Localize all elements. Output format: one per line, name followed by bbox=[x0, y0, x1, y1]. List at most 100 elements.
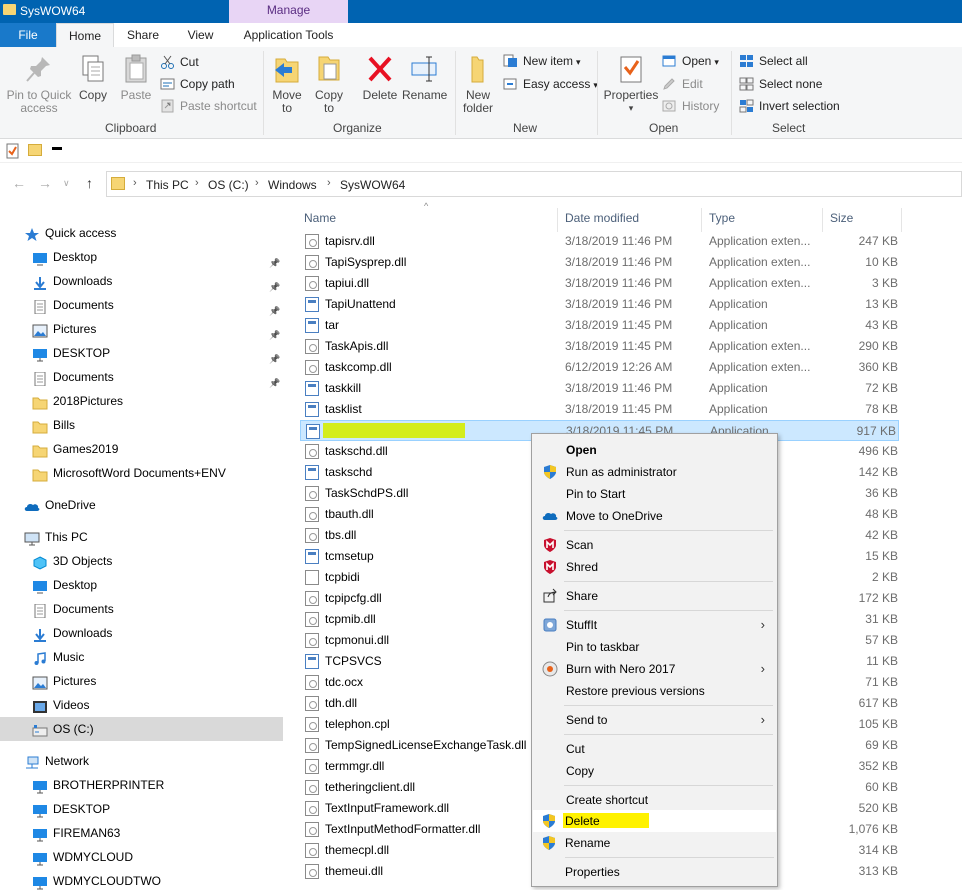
menu-move-to-onedrive[interactable]: Move to OneDrive bbox=[534, 505, 775, 527]
nav-network-item[interactable]: WDMYCLOUD bbox=[0, 845, 283, 869]
nav-pc-item[interactable]: Music bbox=[0, 645, 283, 669]
network-pc-icon bbox=[32, 850, 48, 866]
paste-button[interactable]: Paste bbox=[118, 53, 154, 102]
menu-copy[interactable]: Copy bbox=[534, 760, 775, 782]
menu-stuffit[interactable]: StuffIt › bbox=[534, 614, 775, 636]
nav-pc-item[interactable]: Videos bbox=[0, 693, 283, 717]
file-row[interactable]: tapiui.dll 3/18/2019 11:46 PM Application … bbox=[300, 273, 900, 294]
properties-button[interactable]: Properties ▾ bbox=[602, 53, 660, 115]
open-button[interactable]: Open ▾ bbox=[662, 52, 719, 70]
menu-scan[interactable]: Scan bbox=[534, 534, 775, 556]
nav-quick-item[interactable]: Bills bbox=[0, 413, 283, 437]
new-item-button[interactable]: New item ▾ bbox=[503, 52, 581, 70]
paste-shortcut-button[interactable]: Paste shortcut bbox=[160, 97, 257, 115]
pin-quick-access-button[interactable]: Pin to Quick access bbox=[4, 53, 74, 115]
file-row[interactable]: taskcomp.dll 6/12/2019 12:26 AM Applicatio… bbox=[300, 357, 900, 378]
column-name[interactable]: Name bbox=[304, 204, 336, 232]
nav-quick-item[interactable]: Downloads 📌 bbox=[0, 269, 283, 293]
breadcrumb-windows[interactable]: Windows bbox=[268, 178, 317, 192]
rename-button[interactable]: Rename bbox=[402, 53, 447, 102]
nav-quick-item[interactable]: MicrosoftWord Documents+ENV bbox=[0, 461, 283, 485]
nav-pc-item[interactable]: Documents bbox=[0, 597, 283, 621]
nav-quick-item[interactable]: Documents 📌 bbox=[0, 365, 283, 389]
tab-share[interactable]: Share bbox=[114, 23, 172, 47]
back-arrow-icon[interactable]: ← bbox=[12, 175, 26, 191]
nav-pc-item[interactable]: OS (C:) bbox=[0, 717, 283, 741]
pin-icon[interactable]: 📌 bbox=[269, 251, 280, 268]
address-bar[interactable]: › This PC › OS (C:) › Windows › SysWOW64 bbox=[106, 171, 962, 197]
copy-path-button[interactable]: Copy path bbox=[160, 75, 235, 93]
new-folder-qat-icon[interactable] bbox=[28, 144, 42, 156]
menu-delete[interactable]: Delete bbox=[533, 810, 774, 832]
file-row[interactable]: tar 3/18/2019 11:45 PM Application 43 KB bbox=[300, 315, 900, 336]
nav-network-item[interactable]: WDMYCLOUDTWO bbox=[0, 869, 283, 890]
menu-share[interactable]: Share bbox=[534, 585, 775, 607]
menu-send-to[interactable]: Send to › bbox=[534, 709, 775, 731]
nav-quick-item[interactable]: Games2019 bbox=[0, 437, 283, 461]
easy-access-button[interactable]: Easy access ▾ bbox=[503, 75, 598, 93]
menu-pin-to-start[interactable]: Pin to Start bbox=[534, 483, 775, 505]
nav-quick-item[interactable]: 2018Pictures bbox=[0, 389, 283, 413]
pin-icon[interactable]: 📌 bbox=[269, 347, 280, 364]
file-row[interactable]: TapiSysprep.dll 3/18/2019 11:46 PM Applica… bbox=[300, 252, 900, 273]
breadcrumb-os-c[interactable]: OS (C:) bbox=[208, 178, 249, 192]
pin-icon[interactable]: 📌 bbox=[269, 275, 280, 292]
menu-properties[interactable]: Properties bbox=[533, 861, 774, 883]
nav-quick-item[interactable]: Desktop 📌 bbox=[0, 245, 283, 269]
cut-button[interactable]: Cut bbox=[160, 53, 199, 71]
nav-network-item[interactable]: BROTHERPRINTER bbox=[0, 773, 283, 797]
select-none-button[interactable]: Select none bbox=[739, 75, 822, 93]
nav-quick-item[interactable]: DESKTOP 📌 bbox=[0, 341, 283, 365]
move-to-button[interactable]: Move to bbox=[270, 53, 304, 115]
nav-quick-item[interactable]: Pictures 📌 bbox=[0, 317, 283, 341]
menu-restore-previous-versions[interactable]: Restore previous versions bbox=[534, 680, 775, 702]
menu-pin-to-taskbar[interactable]: Pin to taskbar bbox=[534, 636, 775, 658]
nav-network-item[interactable]: DESKTOP bbox=[0, 797, 283, 821]
breadcrumb-syswow64[interactable]: SysWOW64 bbox=[340, 178, 405, 192]
breadcrumb-this-pc[interactable]: This PC bbox=[146, 178, 189, 192]
nav-quick-item[interactable]: Documents 📌 bbox=[0, 293, 283, 317]
tab-file[interactable]: File bbox=[0, 23, 56, 47]
nav-network-item[interactable]: FIREMAN63 bbox=[0, 821, 283, 845]
tab-view[interactable]: View bbox=[172, 23, 229, 47]
delete-ribbon-button[interactable]: Delete bbox=[360, 53, 400, 102]
history-button[interactable]: History bbox=[662, 97, 719, 115]
edit-button[interactable]: Edit bbox=[662, 75, 703, 93]
nav-pc-item[interactable]: Pictures bbox=[0, 669, 283, 693]
column-size[interactable]: Size bbox=[830, 204, 853, 232]
tab-home[interactable]: Home bbox=[56, 23, 114, 47]
forward-arrow-icon[interactable]: → bbox=[38, 175, 52, 191]
new-folder-button[interactable]: New folder bbox=[460, 53, 496, 115]
menu-cut[interactable]: Cut bbox=[534, 738, 775, 760]
menu-burn-with-nero[interactable]: Burn with Nero 2017 › bbox=[534, 658, 775, 680]
recent-dropdown-icon[interactable]: ∨ bbox=[63, 178, 70, 189]
menu-run-as-administrator[interactable]: Run as administrator bbox=[534, 461, 775, 483]
nav-pc-item[interactable]: Downloads bbox=[0, 621, 283, 645]
column-date-modified[interactable]: Date modified bbox=[565, 204, 639, 232]
file-row[interactable]: taskkill 3/18/2019 11:46 PM Application 72 … bbox=[300, 378, 900, 399]
menu-rename[interactable]: Rename bbox=[533, 832, 774, 854]
column-type[interactable]: Type bbox=[709, 204, 735, 232]
up-arrow-icon[interactable]: ↑ bbox=[86, 175, 93, 191]
pin-icon[interactable]: 📌 bbox=[269, 323, 280, 340]
file-size: 105 KB bbox=[858, 717, 898, 731]
invert-selection-button[interactable]: Invert selection bbox=[739, 97, 840, 115]
menu-shred[interactable]: Shred bbox=[534, 556, 775, 578]
select-all-button[interactable]: Select all bbox=[739, 52, 808, 70]
copy-button[interactable]: Copy bbox=[76, 53, 110, 102]
tab-application-tools[interactable]: Application Tools bbox=[229, 23, 348, 47]
copy-to-button[interactable]: Copy to bbox=[312, 53, 346, 115]
file-row[interactable]: TaskApis.dll 3/18/2019 11:45 PM Applicatio… bbox=[300, 336, 900, 357]
file-row[interactable]: tapisrv.dll 3/18/2019 11:46 PM Application… bbox=[300, 231, 900, 252]
menu-open[interactable]: Open bbox=[534, 439, 775, 461]
manage-contextual-tab[interactable]: Manage bbox=[229, 0, 348, 23]
properties-qat-icon[interactable] bbox=[6, 143, 20, 162]
customize-qat-dropdown-icon[interactable]: ▬ bbox=[52, 142, 62, 153]
pin-icon[interactable]: 📌 bbox=[269, 371, 280, 388]
nav-pc-item[interactable]: Desktop bbox=[0, 573, 283, 597]
pin-icon[interactable]: 📌 bbox=[269, 299, 280, 316]
menu-create-shortcut[interactable]: Create shortcut bbox=[534, 789, 775, 811]
file-row[interactable]: TapiUnattend 3/18/2019 11:46 PM Applicatio… bbox=[300, 294, 900, 315]
file-row[interactable]: tasklist 3/18/2019 11:45 PM Application 78 … bbox=[300, 399, 900, 420]
nav-pc-item[interactable]: 3D Objects bbox=[0, 549, 283, 573]
